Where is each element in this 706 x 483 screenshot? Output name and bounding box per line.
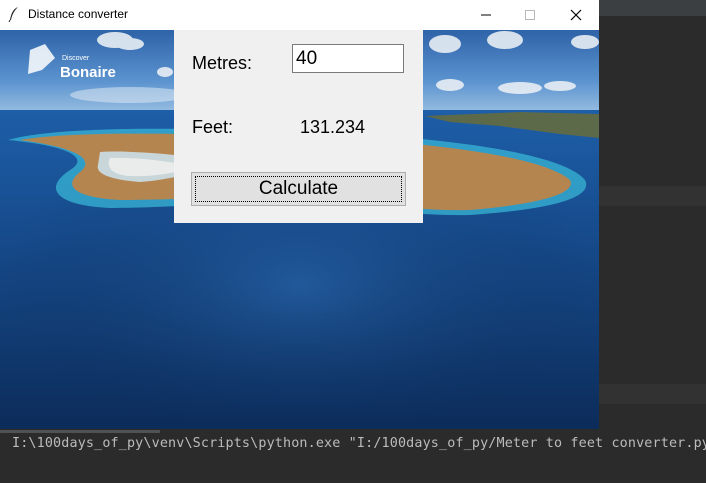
feet-result: 131.234 <box>300 117 366 137</box>
ide-toolbar-strip <box>599 0 706 16</box>
title-bar[interactable]: Distance converter <box>0 0 599 30</box>
close-button[interactable] <box>553 0 599 30</box>
feet-label: Feet: <box>192 117 234 137</box>
maximize-button[interactable] <box>507 0 553 30</box>
calculate-button[interactable]: Calculate <box>191 172 406 206</box>
console-output-line: I:\100days_of_py\venv\Scripts\python.exe… <box>12 436 706 451</box>
focus-ring <box>195 176 402 202</box>
logo-text: Bonaire <box>60 64 116 81</box>
distance-converter-window: Distance converter Bonaire Discover Metr… <box>0 0 599 429</box>
ide-scrollbar[interactable] <box>0 430 160 433</box>
window-title: Distance converter <box>28 7 129 21</box>
feather-icon <box>8 7 18 22</box>
minimize-button[interactable] <box>463 0 509 30</box>
close-icon <box>570 9 582 21</box>
converter-form: Metres: Feet: 131.234 Calculate <box>174 30 423 223</box>
metres-label: Metres: <box>192 53 253 73</box>
logo-subtext: Discover <box>62 55 90 62</box>
maximize-icon <box>525 10 535 20</box>
metres-input[interactable] <box>292 44 404 73</box>
ide-panel-strip <box>599 186 706 206</box>
minimize-icon <box>481 14 491 16</box>
